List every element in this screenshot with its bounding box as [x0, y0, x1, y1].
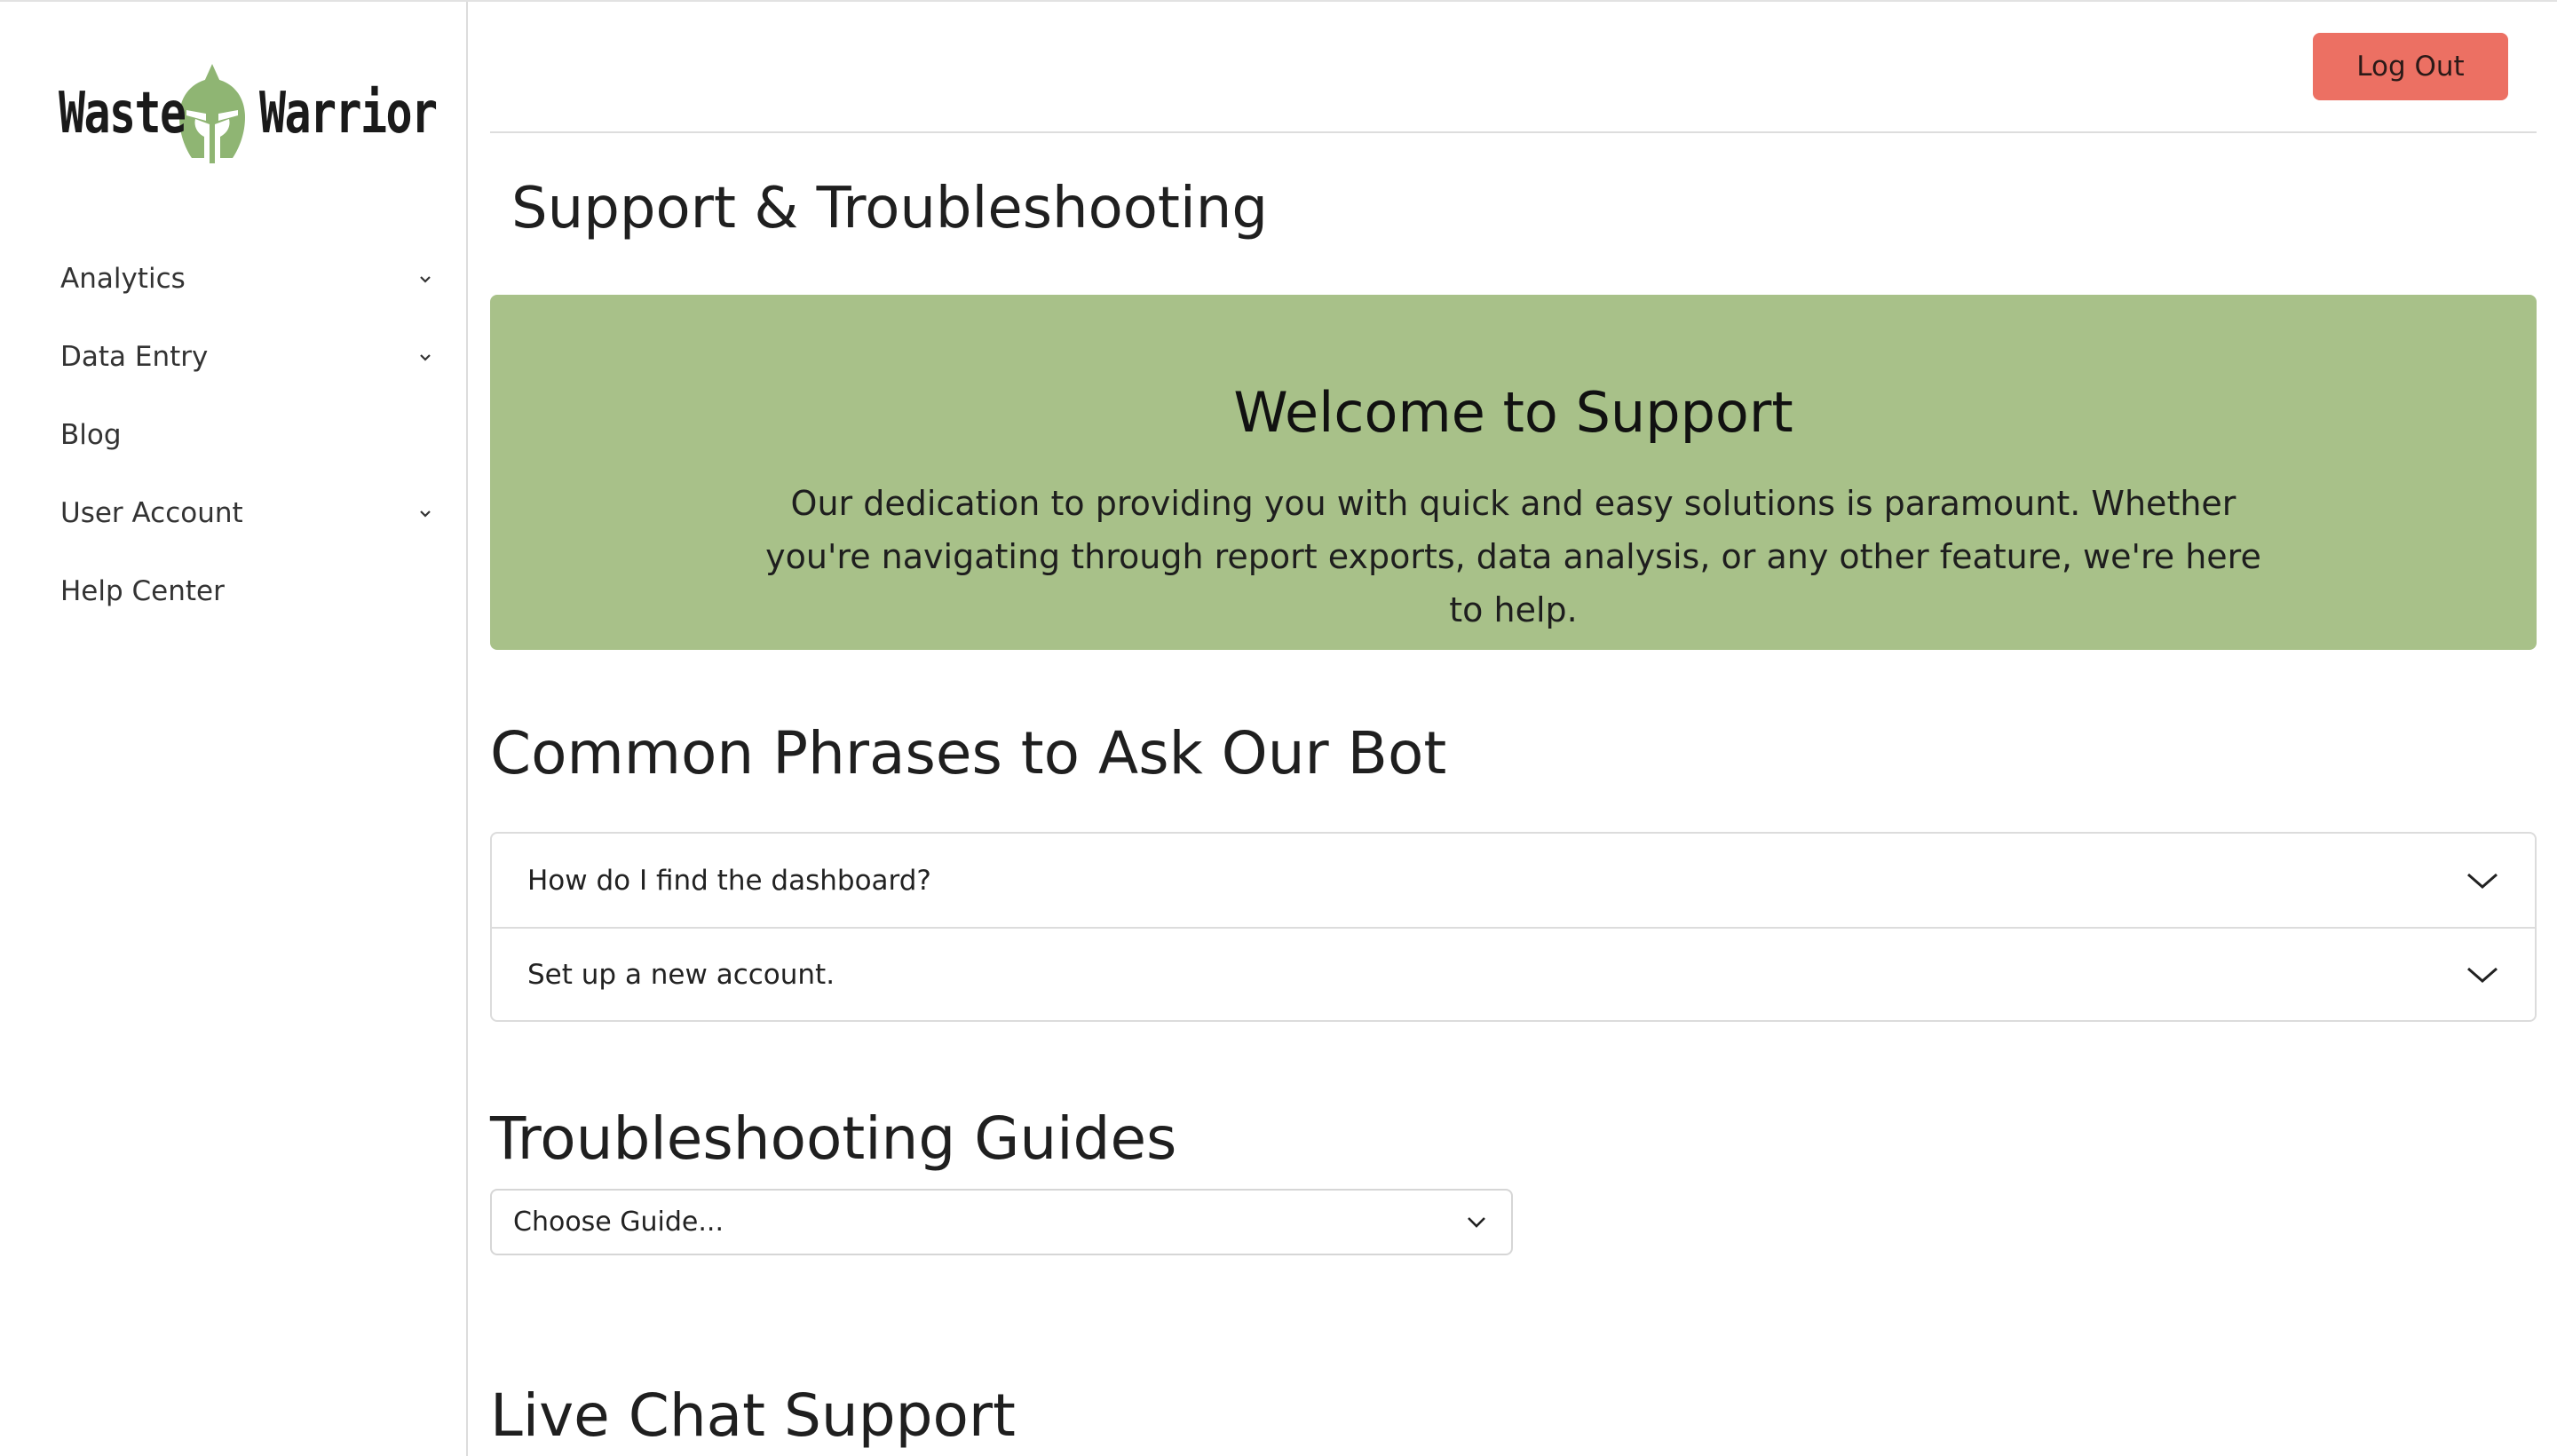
chevron-down-icon [2467, 873, 2498, 889]
guides-heading: Troubleshooting Guides [490, 1104, 1177, 1173]
guide-select[interactable]: Choose Guide... [490, 1189, 1513, 1255]
brand-word-2: Warrior [259, 81, 438, 146]
phrases-heading: Common Phrases to Ask Our Bot [490, 719, 1447, 787]
chevron-down-icon [420, 510, 431, 518]
accordion-item-label: Set up a new account. [527, 958, 835, 991]
chevron-down-icon [1468, 1216, 1485, 1228]
chevron-down-icon [2467, 967, 2498, 983]
sidebar-item-analytics[interactable]: Analytics [60, 240, 433, 318]
chevron-down-icon [420, 354, 431, 361]
welcome-title: Welcome to Support [1233, 380, 1793, 445]
sidebar-item-data-entry[interactable]: Data Entry [60, 318, 433, 396]
sidebar-item-label: Blog [60, 419, 122, 451]
sidebar-item-label: User Account [60, 497, 243, 529]
sidebar-item-label: Data Entry [60, 341, 209, 373]
helmet-icon [179, 64, 245, 163]
logout-button[interactable]: Log Out [2313, 33, 2508, 100]
accordion-item-label: How do I find the dashboard? [527, 864, 931, 897]
welcome-body: Our dedication to providing you with qui… [765, 484, 2261, 629]
sidebar-item-label: Analytics [60, 263, 186, 295]
main-content: Log Out Support & Troubleshooting Welcom… [490, 2, 2537, 1456]
brand-logo[interactable]: Waste Warrior [59, 60, 438, 167]
sidebar: Waste Warrior Analytics Data Entry Blog [0, 2, 468, 1456]
chevron-down-icon [420, 276, 431, 283]
top-bar: Log Out [490, 2, 2537, 133]
accordion-item[interactable]: How do I find the dashboard? [492, 834, 2535, 927]
sidebar-item-help-center[interactable]: Help Center [60, 552, 433, 630]
sidebar-nav: Analytics Data Entry Blog User Account H… [60, 240, 433, 630]
app-frame: Waste Warrior Analytics Data Entry Blog [0, 0, 2557, 1456]
live-chat-heading: Live Chat Support [490, 1381, 1016, 1450]
sidebar-item-label: Help Center [60, 575, 225, 607]
welcome-banner: Welcome to Support Our dedication to pro… [490, 295, 2537, 650]
phrases-accordion: How do I find the dashboard? Set up a ne… [490, 832, 2537, 1022]
accordion-item[interactable]: Set up a new account. [492, 927, 2535, 1020]
sidebar-item-user-account[interactable]: User Account [60, 474, 433, 552]
page-title: Support & Troubleshooting [511, 176, 1268, 241]
guide-select-value: Choose Guide... [513, 1207, 724, 1238]
sidebar-item-blog[interactable]: Blog [60, 396, 433, 474]
brand-word-1: Waste [59, 81, 186, 146]
